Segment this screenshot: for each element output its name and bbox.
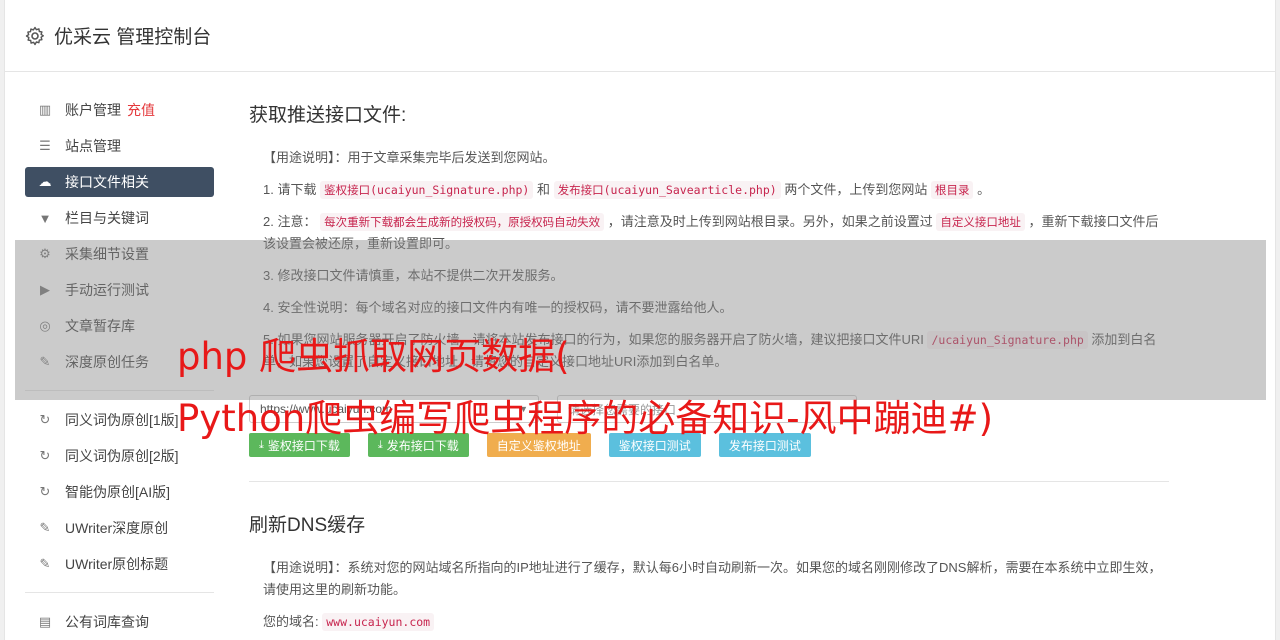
bar-chart-icon: ▥ [38, 102, 52, 117]
step-1-text: 1. 请下载 [263, 182, 317, 197]
refresh-icon: ↻ [39, 484, 51, 499]
sidebar-item[interactable]: ☰ 站点管理 [25, 131, 214, 161]
sidebar-item[interactable]: ☁ 接口文件相关 [25, 167, 214, 197]
code-warning: 每次重新下载都会生成新的授权码，原授权码自动失效 [320, 213, 605, 231]
sidebar-divider [25, 592, 214, 593]
sidebar-item-label: 智能伪原创[AI版] [65, 484, 171, 500]
sidebar-item[interactable]: ✎ UWriter原创标题 [25, 549, 214, 579]
section-title-dns: 刷新DNS缓存 [249, 515, 366, 536]
edit-icon: ✎ [39, 520, 51, 535]
step-1-text: 。 [977, 182, 991, 197]
edit-icon: ✎ [39, 556, 51, 571]
section-title-interface: 获取推送接口文件: [249, 105, 407, 126]
cloud-upload-icon: ☁ [38, 174, 52, 189]
sidebar-item-label: UWriter深度原创 [65, 520, 169, 536]
sidebar-item-label: 同义词伪原创[1版] [65, 412, 179, 428]
watermark-line-2: Python爬虫编写爬虫程序的必备知识-风中蹦迪#) [177, 397, 994, 440]
watermark-line-1: php 爬虫抓取网页数据( [177, 335, 570, 378]
refresh-icon: ↻ [39, 412, 51, 427]
code-root: 根目录 [930, 181, 974, 199]
step-1-text: 和 [536, 182, 550, 197]
filter-icon: ▼ [38, 210, 52, 226]
domain-label: 您的域名: [263, 614, 319, 629]
server-icon: ☰ [39, 138, 51, 153]
sidebar-item-label: 账户管理 [65, 102, 121, 118]
sidebar-item-label: 公有词库查询 [65, 614, 149, 630]
step-1: 1. 请下载 鉴权接口(ucaiyun_Signature.php) 和 发布接… [263, 179, 1169, 201]
gear-icon[interactable] [25, 26, 45, 46]
usage-note: 【用途说明】：用于文章采集完毕后发送到您网站。 [263, 150, 556, 165]
dns-usage-note: 【用途说明】：系统对您的网站域名所指向的IP地址进行了缓存，默认每6小时自动刷新… [263, 560, 1162, 597]
sidebar-item-label: 栏目与关键词 [65, 210, 149, 226]
step-1-text: 两个文件，上传到您网站 [784, 182, 928, 197]
sidebar-item[interactable]: ✎ UWriter深度原创 [25, 513, 214, 543]
sidebar-item[interactable]: ↻ 同义词伪原创[2版] [25, 441, 214, 471]
sidebar-item-label: 同义词伪原创[2版] [65, 448, 179, 464]
domain-value: www.ucaiyun.com [322, 613, 435, 631]
sidebar-item-label: 接口文件相关 [65, 174, 149, 190]
code-savearticle: 发布接口(ucaiyun_Savearticle.php) [553, 181, 781, 199]
sidebar-item[interactable]: ▼ 栏目与关键词 [25, 203, 214, 233]
book-icon: ▤ [38, 614, 52, 629]
sidebar-item-label: UWriter原创标题 [65, 556, 169, 572]
code-signature: 鉴权接口(ucaiyun_Signature.php) [320, 181, 534, 199]
brand-title: 优采云 管理控制台 [54, 27, 212, 48]
domain-row: 您的域名: www.ucaiyun.com [263, 611, 1169, 633]
sidebar-item[interactable]: ↻ 智能伪原创[AI版] [25, 477, 214, 507]
section-divider [249, 481, 1169, 482]
sidebar-item-label: 站点管理 [65, 138, 121, 154]
code-custom-url: 自定义接口地址 [936, 213, 1025, 231]
step-2-text: ，请注意及时上传到网站根目录。另外，如果之前设置过 [607, 214, 933, 229]
sidebar-item[interactable]: ▥ 账户管理 充值 [25, 95, 214, 125]
recharge-link[interactable]: 充值 [127, 100, 155, 120]
sidebar-item[interactable]: ▤ 公有词库查询 [25, 607, 214, 637]
refresh-icon: ↻ [39, 448, 51, 463]
top-header: 优采云 管理控制台 [5, 0, 1275, 72]
step-2-text: 2. 注意： [263, 214, 317, 229]
